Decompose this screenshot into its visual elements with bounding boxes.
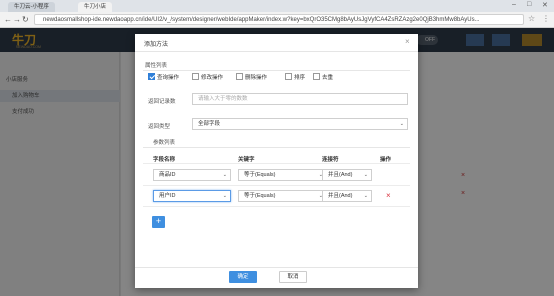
checkbox-icon	[192, 73, 199, 81]
param-keyword-value: 等于(Equals)	[244, 193, 276, 199]
confirm-button[interactable]: 确定	[229, 271, 257, 283]
checkbox-label: 查询操作	[157, 75, 180, 81]
param-keyword-value: 等于(Equals)	[244, 172, 276, 178]
add-param-button[interactable]: +	[152, 216, 165, 228]
dialog-title: 添加方法	[144, 42, 169, 48]
tab-label: 牛刀云-小程序	[14, 4, 49, 10]
param-keyword-select[interactable]: 等于(Equals) ⌄	[238, 169, 327, 181]
return-type-value: 全部字段	[198, 121, 221, 127]
return-count-input[interactable]: 请输入大于零的数数	[192, 93, 408, 105]
divider	[135, 51, 418, 52]
divider	[143, 206, 410, 207]
cancel-button[interactable]: 取消	[279, 271, 307, 283]
param-section-title: 参数列表	[153, 140, 176, 146]
checkbox-label: 去重	[322, 75, 334, 81]
checkbox-update[interactable]: 修改操作	[192, 73, 224, 82]
address-bar: ← → ↻ newdaosmallshop-ide.newdaoapp.cn/i…	[0, 12, 554, 28]
checkbox-sort[interactable]: 排序	[285, 73, 306, 82]
divider	[143, 163, 410, 164]
column-header-connector: 连接符	[322, 157, 339, 163]
param-field-value: 用户ID	[159, 193, 176, 199]
divider	[143, 185, 410, 186]
column-header-keyword: 关键字	[238, 157, 255, 163]
divider	[143, 70, 410, 71]
column-header-field: 字段名称	[153, 157, 176, 163]
add-method-dialog: 添加方法 × 属性列表 查询操作 修改操作 删除操作 排序 去重 返回记录数 请…	[135, 34, 418, 288]
forward-icon[interactable]: →	[13, 15, 21, 25]
browser-tab-2[interactable]: 牛刀小店	[78, 2, 113, 12]
param-connector-select[interactable]: 并且(And) ⌄	[322, 190, 372, 202]
maximize-icon[interactable]: □	[527, 1, 531, 8]
return-type-select[interactable]: 全部字段 ⌄	[192, 118, 408, 130]
chevron-down-icon: ⌄	[222, 193, 227, 199]
checkbox-icon	[236, 73, 243, 81]
checkbox-label: 修改操作	[201, 75, 224, 81]
close-window-icon[interactable]: ✕	[542, 1, 548, 9]
param-connector-value: 并且(And)	[328, 193, 353, 199]
return-type-label: 返回类型	[148, 124, 171, 130]
checkbox-query[interactable]: 查询操作	[148, 73, 180, 82]
checkbox-distinct[interactable]: 去重	[313, 73, 334, 82]
chevron-down-icon: ⌄	[222, 172, 227, 178]
attribute-section-title: 属性列表	[145, 63, 168, 69]
back-icon[interactable]: ←	[4, 15, 12, 25]
chevron-down-icon: ⌄	[399, 121, 404, 127]
return-count-label: 返回记录数	[148, 99, 176, 105]
checkbox-label: 删除操作	[245, 75, 268, 81]
param-connector-value: 并且(And)	[328, 172, 353, 178]
param-field-select[interactable]: 用户ID ⌄	[153, 190, 231, 202]
param-field-select[interactable]: 商品ID ⌄	[153, 169, 231, 181]
checkbox-icon	[285, 73, 292, 81]
checkbox-delete[interactable]: 删除操作	[236, 73, 268, 82]
param-keyword-select[interactable]: 等于(Equals) ⌄	[238, 190, 327, 202]
delete-row-icon[interactable]: ×	[386, 192, 391, 200]
param-field-value: 商品ID	[159, 172, 176, 178]
divider	[143, 147, 410, 148]
reload-icon[interactable]: ↻	[22, 15, 29, 25]
checkbox-icon	[313, 73, 320, 81]
browser-tabbar: 牛刀云-小程序 牛刀小店 – □ ✕	[0, 0, 554, 12]
param-connector-select[interactable]: 并且(And) ⌄	[322, 169, 372, 181]
chevron-down-icon: ⌄	[363, 172, 368, 178]
bookmark-star-icon[interactable]: ☆	[528, 14, 535, 23]
divider	[135, 267, 418, 268]
browser-menu-icon[interactable]: ⋮	[542, 14, 550, 23]
minimize-icon[interactable]: –	[512, 1, 516, 8]
checkbox-checked-icon	[148, 73, 155, 81]
url-field[interactable]: newdaosmallshop-ide.newdaoapp.cn/ide/UI2…	[34, 14, 524, 25]
close-icon[interactable]: ×	[405, 37, 410, 46]
column-header-action: 操作	[380, 157, 392, 163]
tab-label: 牛刀小店	[84, 4, 107, 10]
browser-tab-1[interactable]: 牛刀云-小程序	[8, 2, 55, 12]
chevron-down-icon: ⌄	[363, 193, 368, 199]
checkbox-label: 排序	[294, 75, 306, 81]
